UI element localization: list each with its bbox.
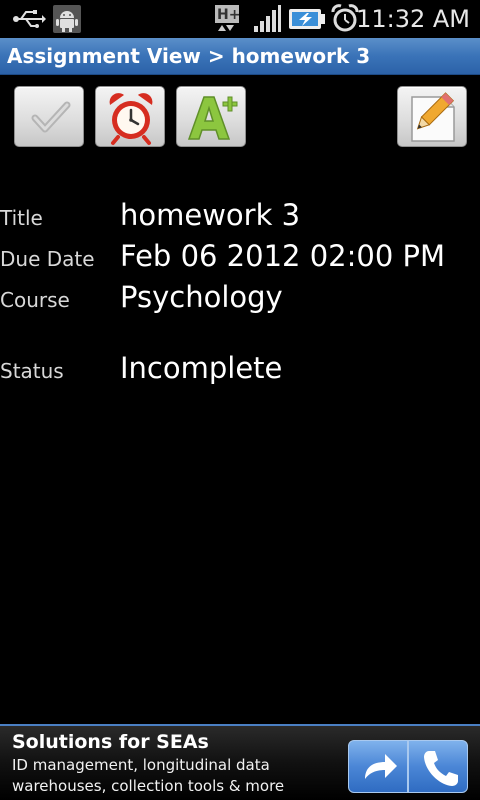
title-label: Title (0, 206, 43, 230)
ad-line-1: ID management, longitudinal data (12, 756, 270, 774)
android-debug-icon (53, 5, 81, 33)
status-value: Incomplete (120, 351, 283, 385)
grade-button[interactable] (176, 86, 246, 147)
mark-complete-button[interactable] (14, 86, 84, 147)
course-label: Course (0, 288, 70, 312)
due-date-label: Due Date (0, 247, 95, 271)
reminder-button[interactable] (95, 86, 165, 147)
edit-button[interactable] (397, 86, 467, 147)
alarm-clock-icon (109, 93, 153, 145)
usb-icon (13, 10, 46, 28)
battery-charging-icon (289, 9, 325, 29)
network-type-text: H+ (217, 7, 240, 23)
due-date-value: Feb 06 2012 02:00 PM (120, 239, 446, 273)
ad-banner[interactable]: Solutions for SEAs ID management, longit… (0, 724, 480, 800)
share-arrow-icon (365, 754, 397, 779)
ad-title: Solutions for SEAs (12, 731, 209, 753)
checkmark-icon (31, 101, 71, 133)
screen: H+ 11:32 AM Assignment View > homework 3… (0, 0, 480, 800)
signal-icon (254, 5, 281, 32)
status-bar: H+ 11:32 AM (0, 0, 480, 38)
edit-pencil-icon (411, 92, 455, 142)
grade-icon (187, 96, 238, 140)
ad-line-2: warehouses, collection tools & more (12, 777, 285, 795)
title-value: homework 3 (120, 198, 301, 232)
ad-share-button[interactable] (348, 740, 408, 793)
page-title: Assignment View > homework 3 (7, 44, 371, 68)
title-bar: Assignment View > homework 3 (0, 38, 480, 75)
data-network-icon: H+ (215, 5, 240, 31)
course-value: Psychology (120, 280, 283, 314)
ad-call-button[interactable] (408, 740, 468, 793)
status-label: Status (0, 359, 64, 383)
status-time: 11:32 AM (356, 5, 470, 33)
phone-icon (424, 751, 458, 786)
